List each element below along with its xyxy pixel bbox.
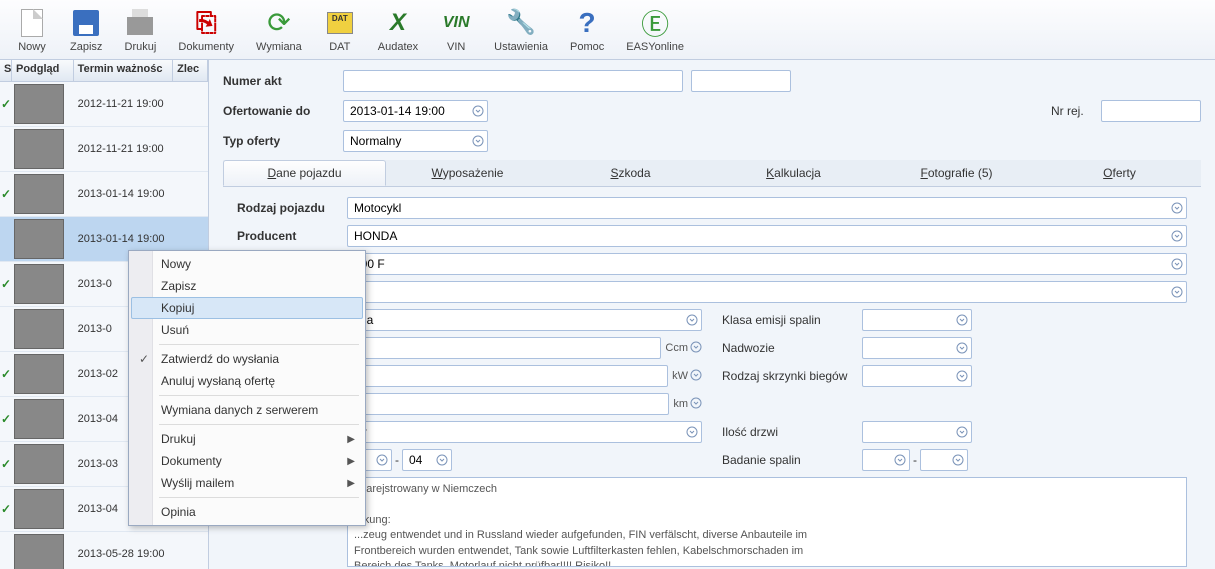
thumbnail	[14, 129, 64, 169]
status-check: ✓	[0, 367, 12, 381]
ctx-usuń[interactable]: Usuń	[131, 319, 363, 341]
audatex-button[interactable]: XAudatex	[367, 3, 429, 56]
status-check: ✓	[0, 277, 12, 291]
ctx-zapisz[interactable]: Zapisz	[131, 275, 363, 297]
main-toolbar: Nowy Zapisz Drukuj ⎘Dokumenty ⟳Wymiana D…	[0, 0, 1215, 60]
producent-label: Producent	[237, 229, 347, 243]
context-menu: NowyZapiszKopiujUsuń ✓Zatwierdź do wysłan…	[128, 250, 366, 526]
save-button[interactable]: Zapisz	[59, 3, 113, 56]
variant-select[interactable]	[347, 281, 1187, 303]
thumbnail	[14, 399, 64, 439]
ccm-input[interactable]	[347, 337, 661, 359]
nr-rej-input[interactable]	[1101, 100, 1201, 122]
ctx-anulujwysłanąofertę[interactable]: Anuluj wysłaną ofertę	[131, 370, 363, 392]
kw-input[interactable]	[347, 365, 668, 387]
documents-button[interactable]: ⎘Dokumenty	[167, 3, 245, 56]
status-check: ✓	[0, 97, 12, 111]
thumbnail	[14, 444, 64, 484]
status-check: ✓	[0, 457, 12, 471]
drzwi-label: Ilość drzwi	[722, 425, 862, 439]
thumbnail	[14, 309, 64, 349]
klasa-label: Klasa emisji spalin	[722, 313, 862, 327]
table-row[interactable]: 2013-05-28 19:00	[0, 532, 208, 569]
table-row[interactable]: 2012-11-21 19:00	[0, 127, 208, 172]
typ-oferty-select[interactable]	[343, 130, 488, 152]
vin-button[interactable]: VINVIN	[429, 3, 483, 56]
tab-danepojazdu[interactable]: Dane pojazdu	[223, 160, 386, 186]
rodzaj-select[interactable]	[347, 197, 1187, 219]
ctx-drukuj[interactable]: Drukuj▶	[131, 428, 363, 450]
status-check: ✓	[0, 412, 12, 426]
easyonline-button[interactable]: ⒺEASYonline	[615, 3, 695, 56]
ctx-wymianadanychzserwerem[interactable]: Wymiana danych z serwerem	[131, 399, 363, 421]
status-check: ✓	[0, 502, 12, 516]
col-thumbnail[interactable]: Podgląd	[12, 60, 74, 81]
ofertowanie-label: Ofertowanie do	[223, 104, 343, 118]
nadwozie-label: Nadwozie	[722, 341, 862, 355]
skrzynka-label: Rodzaj skrzynki biegów	[722, 369, 862, 383]
date-cell: 2013-01-14 19:00	[74, 229, 174, 249]
table-row[interactable]: ✓ 2013-01-14 19:00	[0, 172, 208, 217]
tab-kalkulacja[interactable]: Kalkulacja	[712, 160, 875, 186]
badanie-m-select[interactable]	[920, 449, 968, 471]
tab-wyposaenie[interactable]: Wyposażenie	[386, 160, 549, 186]
typ-oferty-label: Typ oferty	[223, 134, 343, 148]
ctx-wyślijmailem[interactable]: Wyślij mailem▶	[131, 472, 363, 494]
chevron-down-icon[interactable]	[690, 341, 702, 356]
date-month-select[interactable]	[402, 449, 452, 471]
producent-select[interactable]	[347, 225, 1187, 247]
fuel-select[interactable]	[347, 309, 702, 331]
exchange-button[interactable]: ⟳Wymiana	[245, 3, 313, 56]
dat-button[interactable]: DATDAT	[313, 3, 367, 56]
grid-header: S Podgląd Termin ważnośc Zlec	[0, 60, 208, 82]
numer-akt-input[interactable]	[343, 70, 683, 92]
col-status[interactable]: S	[0, 60, 12, 81]
tab-fotografie[interactable]: Fotografie (5)	[875, 160, 1038, 186]
ctx-dokumenty[interactable]: Dokumenty▶	[131, 450, 363, 472]
chevron-down-icon[interactable]	[690, 369, 702, 384]
detail-tabs: Dane pojazduWyposażenieSzkodaKalkulacjaF…	[223, 160, 1201, 187]
numer-akt-input-2[interactable]	[691, 70, 791, 92]
km-input[interactable]	[347, 393, 669, 415]
chevron-down-icon[interactable]	[690, 397, 702, 412]
badanie-y-select[interactable]	[862, 449, 910, 471]
drzwi-select[interactable]	[862, 421, 972, 443]
thumbnail	[14, 354, 64, 394]
help-button[interactable]: ?Pomoc	[559, 3, 615, 56]
thumbnail	[14, 174, 64, 214]
date-cell: 2013-01-14 19:00	[74, 184, 174, 204]
thumbnail	[14, 264, 64, 304]
tab-szkoda[interactable]: Szkoda	[549, 160, 712, 186]
klasa-select[interactable]	[862, 309, 972, 331]
col-date[interactable]: Termin ważnośc	[74, 60, 173, 81]
remarks-textarea[interactable]: r zarejstrowany w Niemczech erkung: ...z…	[347, 477, 1187, 567]
nr-rej-label: Nr rej.	[1051, 104, 1101, 118]
tab-oferty[interactable]: Oferty	[1038, 160, 1201, 186]
settings-button[interactable]: 🔧Ustawienia	[483, 3, 559, 56]
print-button[interactable]: Drukuj	[113, 3, 167, 56]
skrzynka-select[interactable]	[862, 365, 972, 387]
nadwozie-select[interactable]	[862, 337, 972, 359]
ctx-nowy[interactable]: Nowy	[131, 253, 363, 275]
date-cell: 2012-11-21 19:00	[74, 94, 174, 114]
ctx-zatwierdźdowysłania[interactable]: ✓Zatwierdź do wysłania	[131, 348, 363, 370]
numer-akt-label: Numer akt	[223, 74, 343, 88]
date-cell: 2012-11-21 19:00	[74, 139, 174, 159]
status-check: ✓	[0, 187, 12, 201]
new-button[interactable]: Nowy	[5, 3, 59, 56]
doors-left-select[interactable]	[347, 421, 702, 443]
ctx-kopiuj[interactable]: Kopiuj	[131, 297, 363, 319]
rodzaj-label: Rodzaj pojazdu	[237, 201, 347, 215]
thumbnail	[14, 489, 64, 529]
thumbnail	[14, 219, 64, 259]
thumbnail	[14, 84, 64, 124]
thumbnail	[14, 534, 64, 569]
date-cell: 2013-05-28 19:00	[74, 544, 174, 564]
model-select[interactable]	[347, 253, 1187, 275]
table-row[interactable]: ✓ 2012-11-21 19:00	[0, 82, 208, 127]
ofertowanie-input[interactable]	[343, 100, 488, 122]
ctx-opinia[interactable]: Opinia	[131, 501, 363, 523]
col-zlec[interactable]: Zlec	[173, 60, 208, 81]
badanie-label: Badanie spalin	[722, 453, 862, 467]
